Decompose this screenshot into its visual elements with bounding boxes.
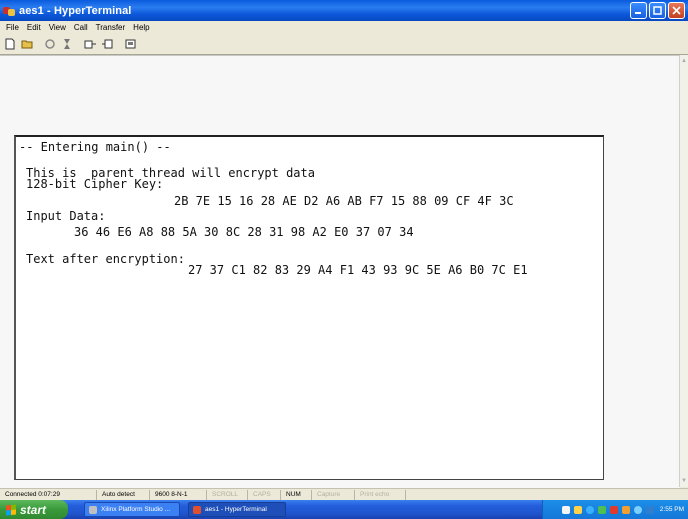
terminal-line: 128-bit Cipher Key:: [26, 177, 164, 191]
status-detect: Auto detect: [97, 489, 150, 500]
terminal-line: -- Entering main() --: [19, 140, 171, 154]
menu-help[interactable]: Help: [129, 23, 153, 32]
hyperterminal-icon: [193, 505, 201, 514]
terminal-line: 36 46 E6 A8 88 5A 30 8C 28 31 98 A2 E0 3…: [74, 225, 414, 239]
status-scroll: SCROLL: [207, 489, 248, 500]
taskbar: start Xilinx Platform Studio ... aes1 - …: [0, 500, 688, 519]
taskbar-item-hyperterminal[interactable]: aes1 - HyperTerminal: [188, 502, 286, 517]
menu-call[interactable]: Call: [70, 23, 92, 32]
antivirus-icon[interactable]: [609, 505, 618, 514]
start-label: start: [20, 502, 47, 517]
toolbar: [0, 35, 688, 53]
network-icon[interactable]: [561, 505, 570, 514]
help-icon[interactable]: [573, 505, 582, 514]
scroll-down-icon[interactable]: ▼: [681, 478, 687, 484]
terminal-line: 27 37 C1 82 83 29 A4 F1 43 93 9C 5E A6 B…: [188, 263, 528, 277]
close-icon: [672, 6, 681, 15]
maximize-button[interactable]: [649, 2, 666, 19]
status-num: NUM: [281, 489, 312, 500]
bluetooth-icon[interactable]: [633, 505, 642, 514]
security-icon[interactable]: [597, 505, 606, 514]
title-bar[interactable]: aes1 - HyperTerminal: [0, 0, 688, 21]
display-icon[interactable]: [645, 505, 654, 514]
status-settings: 9600 8-N-1: [150, 489, 207, 500]
menu-view[interactable]: View: [45, 23, 70, 32]
xilinx-icon: [89, 505, 97, 514]
messenger-icon[interactable]: [621, 505, 630, 514]
disconnect-icon: [45, 39, 55, 49]
menu-edit[interactable]: Edit: [23, 23, 45, 32]
volume-icon[interactable]: [585, 505, 594, 514]
maximize-icon: [653, 6, 662, 15]
start-button[interactable]: start: [0, 500, 68, 519]
terminal-line: Text after encryption:: [26, 252, 185, 266]
properties-icon: [125, 39, 135, 49]
window-title: aes1 - HyperTerminal: [19, 4, 132, 17]
windows-logo-icon: [6, 503, 16, 516]
connect-button[interactable]: [60, 37, 74, 51]
terminal-line: Input Data:: [26, 209, 106, 223]
new-icon: [5, 38, 15, 50]
terminal-line: 2B 7E 15 16 28 AE D2 A6 AB F7 15 88 09 C…: [174, 194, 514, 208]
disconnect-button[interactable]: [43, 37, 57, 51]
receive-icon: [101, 39, 112, 49]
open-button[interactable]: [20, 37, 34, 51]
task-label: Xilinx Platform Studio ...: [101, 506, 170, 513]
task-label: aes1 - HyperTerminal: [205, 506, 267, 513]
hyperterminal-icon: [3, 5, 15, 17]
properties-button[interactable]: [123, 37, 137, 51]
menu-transfer[interactable]: Transfer: [92, 23, 130, 32]
clock[interactable]: 2:55 PM: [660, 506, 684, 513]
taskbar-item-xilinx[interactable]: Xilinx Platform Studio ...: [84, 502, 180, 517]
system-tray: 2:55 PM: [542, 500, 688, 519]
status-connected: Connected 0:07:29: [0, 489, 97, 500]
connect-icon: [64, 39, 70, 49]
menu-file[interactable]: File: [0, 23, 23, 32]
vertical-scrollbar[interactable]: ▲ ▼: [679, 55, 688, 487]
new-button[interactable]: [3, 37, 17, 51]
status-print-echo: Print echo: [355, 489, 406, 500]
receive-button[interactable]: [100, 37, 114, 51]
close-button[interactable]: [668, 2, 685, 19]
status-caps: CAPS: [248, 489, 281, 500]
minimize-icon: [635, 12, 641, 14]
menu-bar: File Edit View Call Transfer Help: [0, 21, 688, 34]
terminal-output[interactable]: -- Entering main() -- This is parent thr…: [14, 135, 604, 480]
status-capture: Capture: [312, 489, 355, 500]
send-icon: [84, 40, 96, 49]
scroll-up-icon[interactable]: ▲: [681, 58, 687, 64]
open-icon: [21, 40, 32, 49]
minimize-button[interactable]: [630, 2, 647, 19]
send-button[interactable]: [83, 37, 97, 51]
status-bar: Connected 0:07:29 Auto detect 9600 8-N-1…: [0, 488, 688, 500]
